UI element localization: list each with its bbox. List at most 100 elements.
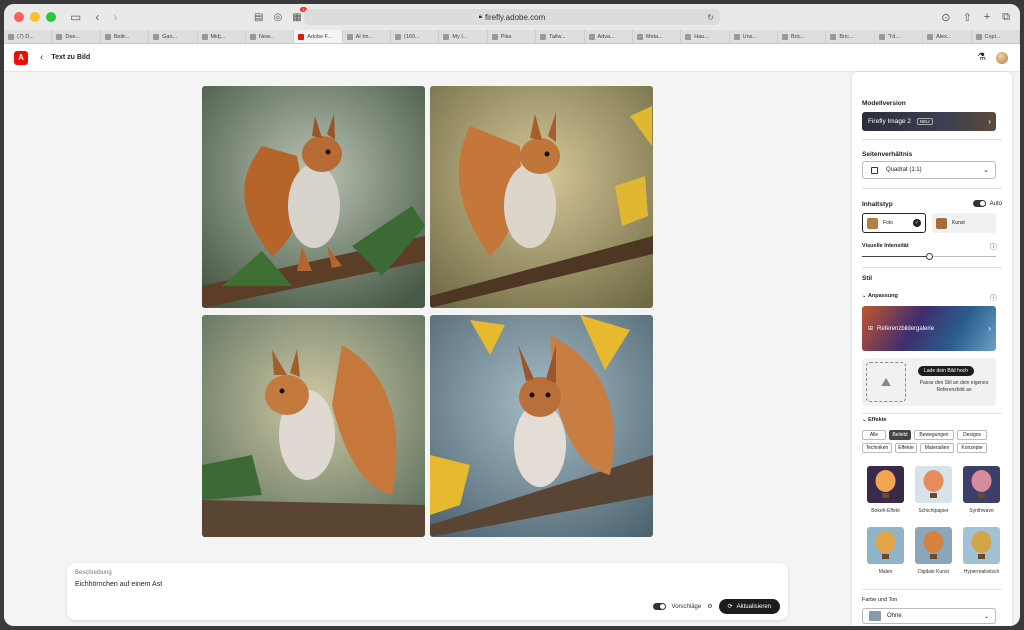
tab-label: New... (258, 33, 275, 40)
content-type-photo[interactable]: Foto ✓ (862, 213, 926, 233)
effect-thumbnail (963, 466, 1000, 503)
effects-expander[interactable]: ⌄ Effekte (862, 417, 886, 423)
close-window-button[interactable] (14, 12, 24, 22)
effect-filter-chip[interactable]: Designs (957, 430, 987, 440)
favicon-icon (104, 33, 111, 40)
minimize-window-button[interactable] (30, 12, 40, 22)
generated-image-4[interactable] (430, 315, 653, 537)
tab-label: Uns... (742, 33, 757, 40)
refresh-icon: ⟳ (727, 604, 733, 610)
browser-tab[interactable]: Bric... (778, 30, 827, 43)
content-type-art[interactable]: Kunst (932, 213, 996, 233)
effect-filter-chip[interactable]: Alle (862, 430, 886, 440)
browser-tab[interactable]: "I'd... (875, 30, 924, 43)
effect-filter-chip[interactable]: Beliebt (889, 430, 911, 440)
forward-arrow-icon[interactable]: › (113, 10, 117, 24)
intensity-slider[interactable] (862, 253, 996, 260)
effect-filter-chip[interactable]: Materialien (920, 443, 954, 453)
favicon-icon (249, 33, 256, 40)
effect-tile[interactable]: Bokeh-Effekt (867, 466, 904, 514)
aspect-ratio-dropdown[interactable]: Quadrat (1:1) ⌄ (862, 161, 996, 179)
reader-icon[interactable]: ▤ (254, 12, 263, 23)
color-tone-dropdown[interactable]: Ohne ⌄ (862, 608, 996, 624)
upload-hint: Passe den Stil an dein eigenes Referenzb… (919, 380, 989, 393)
privacy-icon[interactable]: ◎ (273, 12, 282, 23)
effect-filter-chip[interactable]: Techniken (862, 443, 892, 453)
art-thumbnail (936, 217, 947, 229)
adjust-expander[interactable]: ⌄ Anpassung (862, 293, 898, 299)
effect-label: Bokeh-Effekt (871, 508, 900, 514)
browser-tab[interactable]: Copi... (972, 30, 1020, 43)
browser-tab[interactable]: My I... (439, 30, 488, 43)
back-chevron-icon[interactable]: ‹ (40, 52, 43, 63)
effect-filter-chip[interactable]: Effekte (895, 443, 917, 453)
effect-tile[interactable]: Synthwave (963, 466, 1000, 514)
browser-tab[interactable]: Pika (488, 30, 537, 43)
browser-tab[interactable]: Adobe F... (294, 30, 343, 43)
back-arrow-icon[interactable]: ‹ (95, 10, 99, 24)
slider-handle[interactable] (926, 253, 933, 260)
browser-tab[interactable]: Beitr... (101, 30, 150, 43)
effect-filter-chip[interactable]: Konzepte (957, 443, 987, 453)
effect-thumbnail (915, 466, 952, 503)
image-upload-icon[interactable]: ⛰ (866, 362, 906, 402)
browser-tab[interactable]: New... (246, 30, 295, 43)
browser-tab[interactable]: Alex... (923, 30, 972, 43)
effect-tile[interactable]: Malen (867, 527, 904, 575)
effect-tile[interactable]: Schichtpapier (915, 466, 952, 514)
browser-tab[interactable]: Hau... (681, 30, 730, 43)
effect-thumbnail (867, 527, 904, 564)
browser-tab[interactable]: AI Im... (343, 30, 391, 43)
address-bar[interactable]: 🔒︎ firefly.adobe.com ↻ (304, 9, 720, 25)
browser-tab[interactable]: Midj... (198, 30, 246, 43)
browser-tab[interactable]: Adva... (585, 30, 633, 43)
avatar[interactable] (996, 51, 1008, 64)
labs-flask-icon[interactable]: ⚗ (977, 52, 986, 63)
browser-tab[interactable]: Dee... (52, 30, 101, 43)
effect-tile[interactable]: Digitale Kunst (915, 527, 952, 575)
extension-icon[interactable]: ▦ 1 (292, 6, 307, 23)
aspect-value: Quadrat (1:1) (886, 167, 922, 173)
reference-gallery-card[interactable]: ⊞ Referenzbildergalerie › (862, 306, 996, 351)
tab-label: My I... (452, 33, 468, 40)
tab-overview-icon[interactable]: ⧉ (1002, 11, 1010, 24)
browser-tab[interactable]: Bric... (826, 30, 875, 43)
url-text: firefly.adobe.com (484, 12, 546, 22)
chevron-down-icon: ⌄ (983, 613, 989, 620)
download-icon[interactable]: ⊙ (941, 11, 950, 24)
tab-label: Gan... (162, 33, 178, 40)
browser-tab[interactable]: Gan... (149, 30, 198, 43)
tab-label: Dee... (65, 33, 81, 40)
generated-image-2[interactable] (430, 86, 653, 308)
browser-tab[interactable]: Meta... (633, 30, 682, 43)
effect-filter-chip[interactable]: Bewegungen (914, 430, 954, 440)
browser-tab[interactable]: Tailw... (536, 30, 585, 43)
photo-thumbnail (867, 217, 878, 229)
effect-tile[interactable]: Hyperrealistisch (963, 527, 1000, 575)
auto-toggle[interactable] (972, 200, 986, 207)
prompt-box[interactable]: Beschreibung Eichhörnchen auf einem Ast … (67, 563, 788, 620)
adobe-logo-icon[interactable]: A (14, 50, 28, 65)
model-section-title: Modellversion (862, 100, 906, 107)
reload-icon[interactable]: ↻ (707, 13, 714, 22)
sidebar-icon[interactable]: ▭ (70, 10, 81, 24)
new-tab-icon[interactable]: + (984, 11, 990, 24)
tab-label: AI Im... (355, 33, 374, 40)
info-icon[interactable]: ⓘ (990, 242, 997, 252)
share-icon[interactable]: ⇧ (962, 11, 971, 24)
settings-icon[interactable]: ⚙ (707, 603, 712, 610)
info-icon[interactable]: ⓘ (990, 293, 997, 303)
prompt-input[interactable]: Eichhörnchen auf einem Ast (75, 581, 780, 588)
browser-tab[interactable]: (7) D... (4, 30, 53, 43)
browser-tab[interactable]: (160... (391, 30, 440, 43)
zoom-window-button[interactable] (46, 12, 56, 22)
divider (862, 188, 1002, 189)
browser-tab[interactable]: Uns... (730, 30, 778, 43)
update-button[interactable]: ⟳ Aktualisieren (718, 599, 780, 614)
favicon-icon (395, 33, 401, 40)
model-selector[interactable]: Firefly Image 2 NEU › (862, 112, 996, 131)
suggestions-toggle[interactable] (652, 603, 666, 610)
generated-image-3[interactable] (202, 315, 425, 537)
upload-button[interactable]: Lade dein Bild hoch (918, 366, 974, 376)
generated-image-1[interactable] (202, 86, 425, 308)
